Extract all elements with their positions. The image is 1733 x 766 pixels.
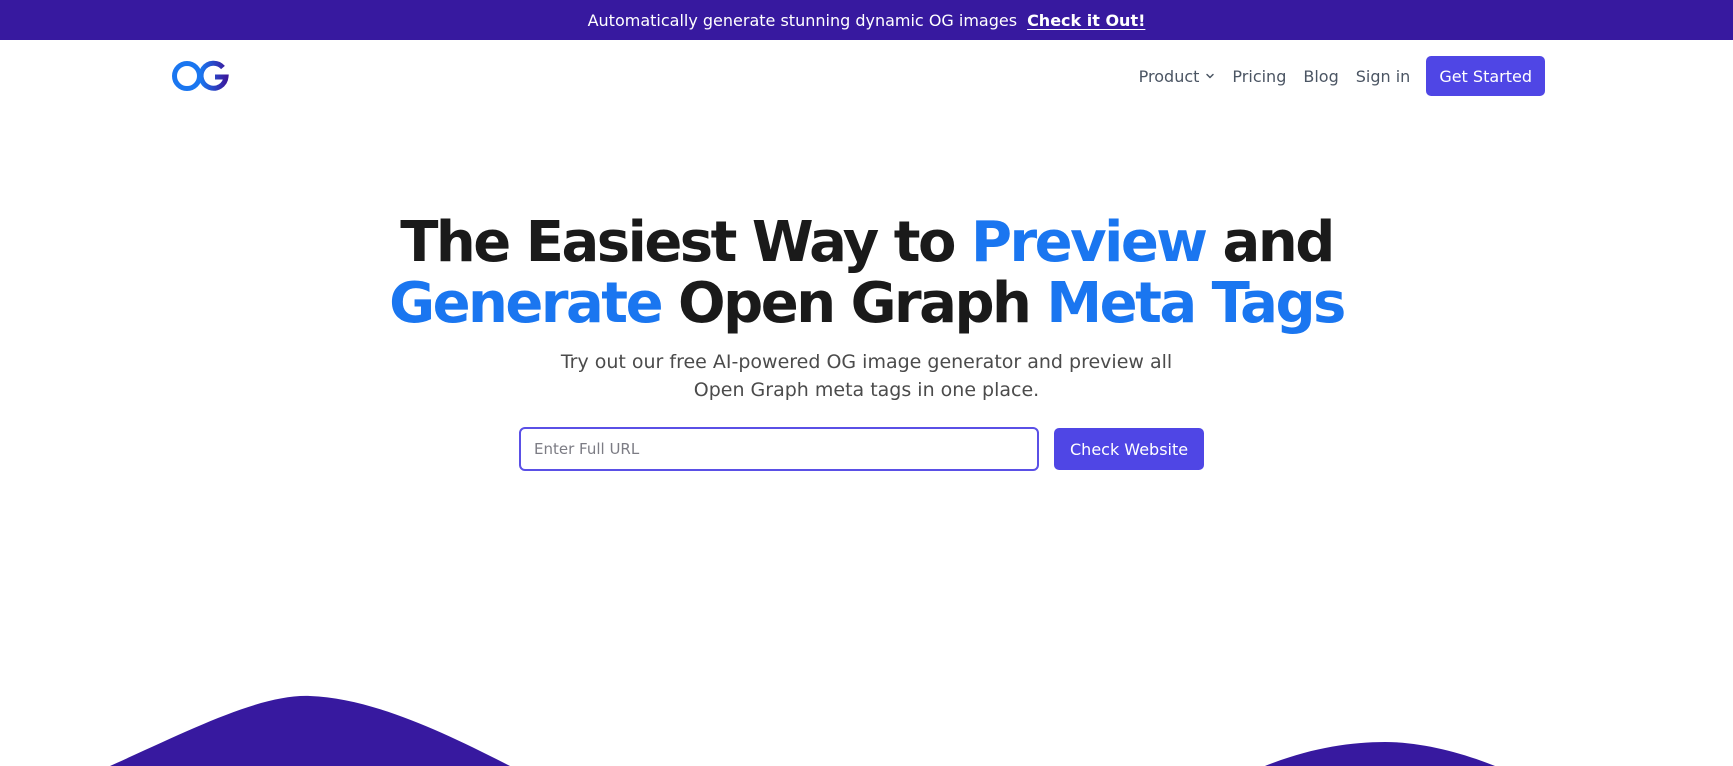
hero-section: The Easiest Way to Preview and Generate … [0,212,1733,404]
banner-link[interactable]: Check it Out! [1027,11,1145,30]
nav-pricing[interactable]: Pricing [1232,67,1286,86]
og-logo[interactable] [171,58,231,94]
nav-product-label: Product [1138,66,1200,86]
nav-product[interactable]: Product [1139,67,1216,86]
url-input[interactable] [519,427,1039,471]
nav-blog[interactable]: Blog [1303,67,1338,86]
get-started-button[interactable]: Get Started [1426,56,1545,96]
banner-message: Automatically generate stunning dynamic … [587,10,1018,30]
wave-left [110,695,510,766]
headline-highlight-meta-tags: Meta Tags [1046,271,1346,336]
headline-part: The Easiest Way to [400,210,971,275]
url-check-form: Check Website [519,427,1205,471]
main-nav: Product Pricing Blog Sign in Get Started [1139,56,1545,96]
decorative-waves [110,695,1495,766]
announcement-banner: Automatically generate stunning dynamic … [0,0,1733,40]
hero-headline: The Easiest Way to Preview and Generate … [0,212,1733,334]
headline-part: Open Graph [661,271,1047,336]
chevron-down-icon [1206,73,1215,79]
check-website-button[interactable]: Check Website [1054,428,1205,470]
wave-right [1265,742,1495,766]
nav-sign-in[interactable]: Sign in [1356,67,1411,86]
headline-highlight-generate: Generate [389,271,663,336]
headline-part: and [1205,210,1336,275]
headline-highlight-preview: Preview [970,210,1208,275]
hero-subtitle: Try out our free AI-powered OG image gen… [560,351,1173,401]
